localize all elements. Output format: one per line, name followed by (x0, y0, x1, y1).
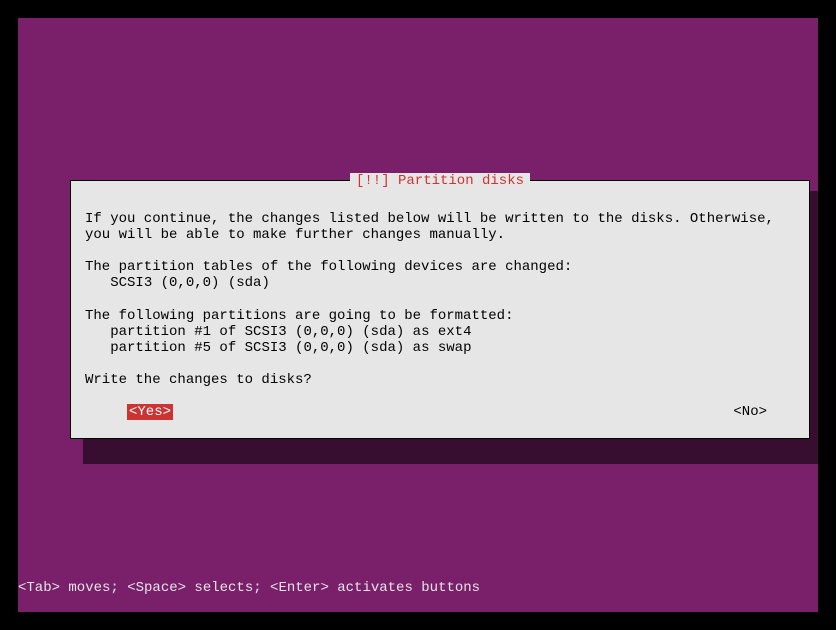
dialog-body: If you continue, the changes listed belo… (85, 199, 795, 388)
hint-bar: <Tab> moves; <Space> selects; <Enter> ac… (18, 580, 480, 596)
button-row: <Yes> <No> (85, 404, 795, 420)
dialog-title-wrap: [!!] Partition disks (71, 173, 809, 189)
question-text: Write the changes to disks? (85, 372, 312, 388)
tables-item-0: SCSI3 (0,0,0) (sda) (110, 275, 270, 291)
no-button[interactable]: <No> (733, 404, 767, 420)
format-item-0: partition #1 of SCSI3 (0,0,0) (sda) as e… (110, 324, 471, 340)
intro-text: If you continue, the changes listed belo… (85, 211, 782, 243)
yes-button[interactable]: <Yes> (127, 404, 173, 420)
dialog-title: [!!] Partition disks (350, 173, 530, 189)
format-item-1: partition #5 of SCSI3 (0,0,0) (sda) as s… (110, 340, 471, 356)
installer-screen: [!!] Partition disks If you continue, th… (18, 18, 818, 612)
tables-heading: The partition tables of the following de… (85, 259, 572, 275)
partition-disks-dialog: [!!] Partition disks If you continue, th… (70, 180, 810, 439)
format-heading: The following partitions are going to be… (85, 308, 513, 324)
